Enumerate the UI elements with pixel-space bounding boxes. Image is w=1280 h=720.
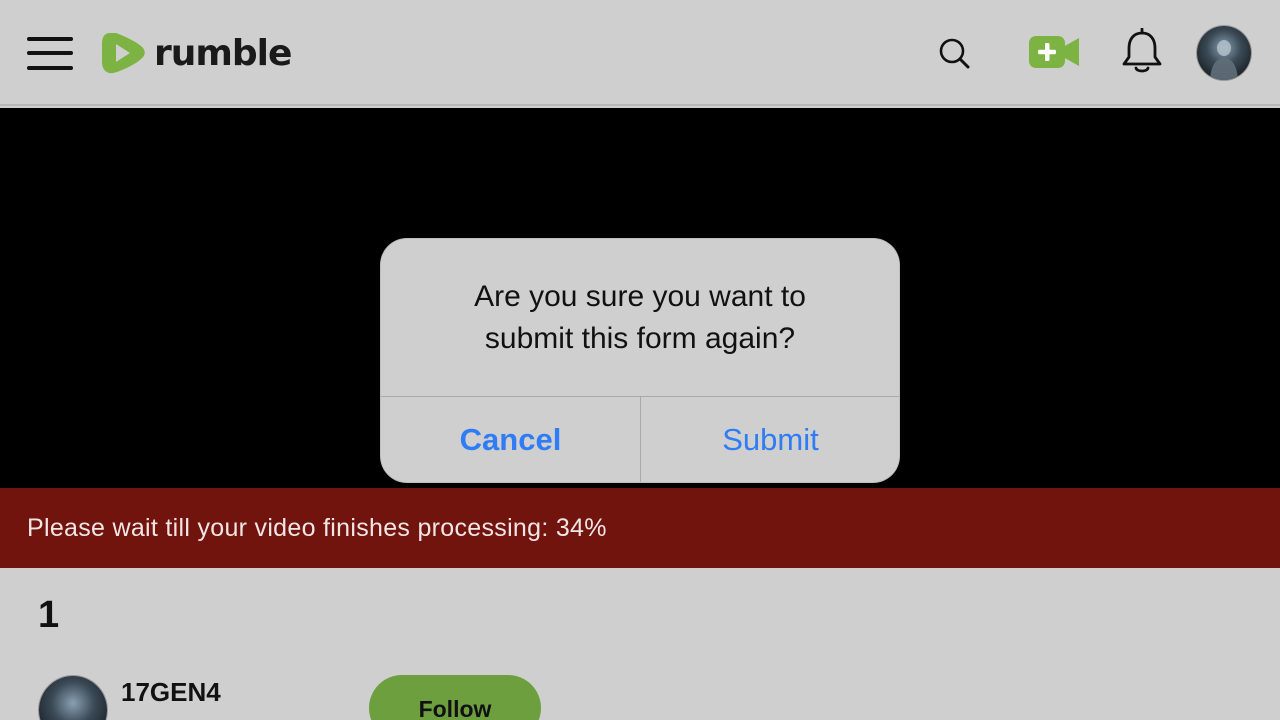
top-header: rumble xyxy=(0,0,1280,106)
resubmit-confirm-dialog: Are you sure you want to submit this for… xyxy=(381,239,899,482)
upload-video-icon[interactable] xyxy=(1027,34,1081,70)
logo-text: rumble xyxy=(154,32,292,74)
bell-icon[interactable] xyxy=(1120,27,1164,76)
menu-icon[interactable] xyxy=(27,35,73,71)
follow-button[interactable]: Follow xyxy=(369,675,541,720)
cancel-button[interactable]: Cancel xyxy=(381,397,640,482)
channel-name[interactable]: 17GEN4 xyxy=(121,677,221,708)
search-icon[interactable] xyxy=(934,33,974,73)
video-title: 1 xyxy=(38,594,60,636)
rumble-play-icon xyxy=(102,33,145,74)
rumble-logo[interactable]: rumble xyxy=(100,28,292,78)
submit-button[interactable]: Submit xyxy=(641,397,899,482)
channel-avatar[interactable] xyxy=(39,676,107,720)
page: rumble Are you sure you want to submit t… xyxy=(0,0,1280,720)
dialog-message: Are you sure you want to submit this for… xyxy=(474,279,806,355)
avatar-image xyxy=(1210,40,1238,80)
user-avatar[interactable] xyxy=(1197,26,1251,80)
processing-status-banner: Please wait till your video finishes pro… xyxy=(0,488,1280,568)
processing-status-text: Please wait till your video finishes pro… xyxy=(27,513,607,542)
